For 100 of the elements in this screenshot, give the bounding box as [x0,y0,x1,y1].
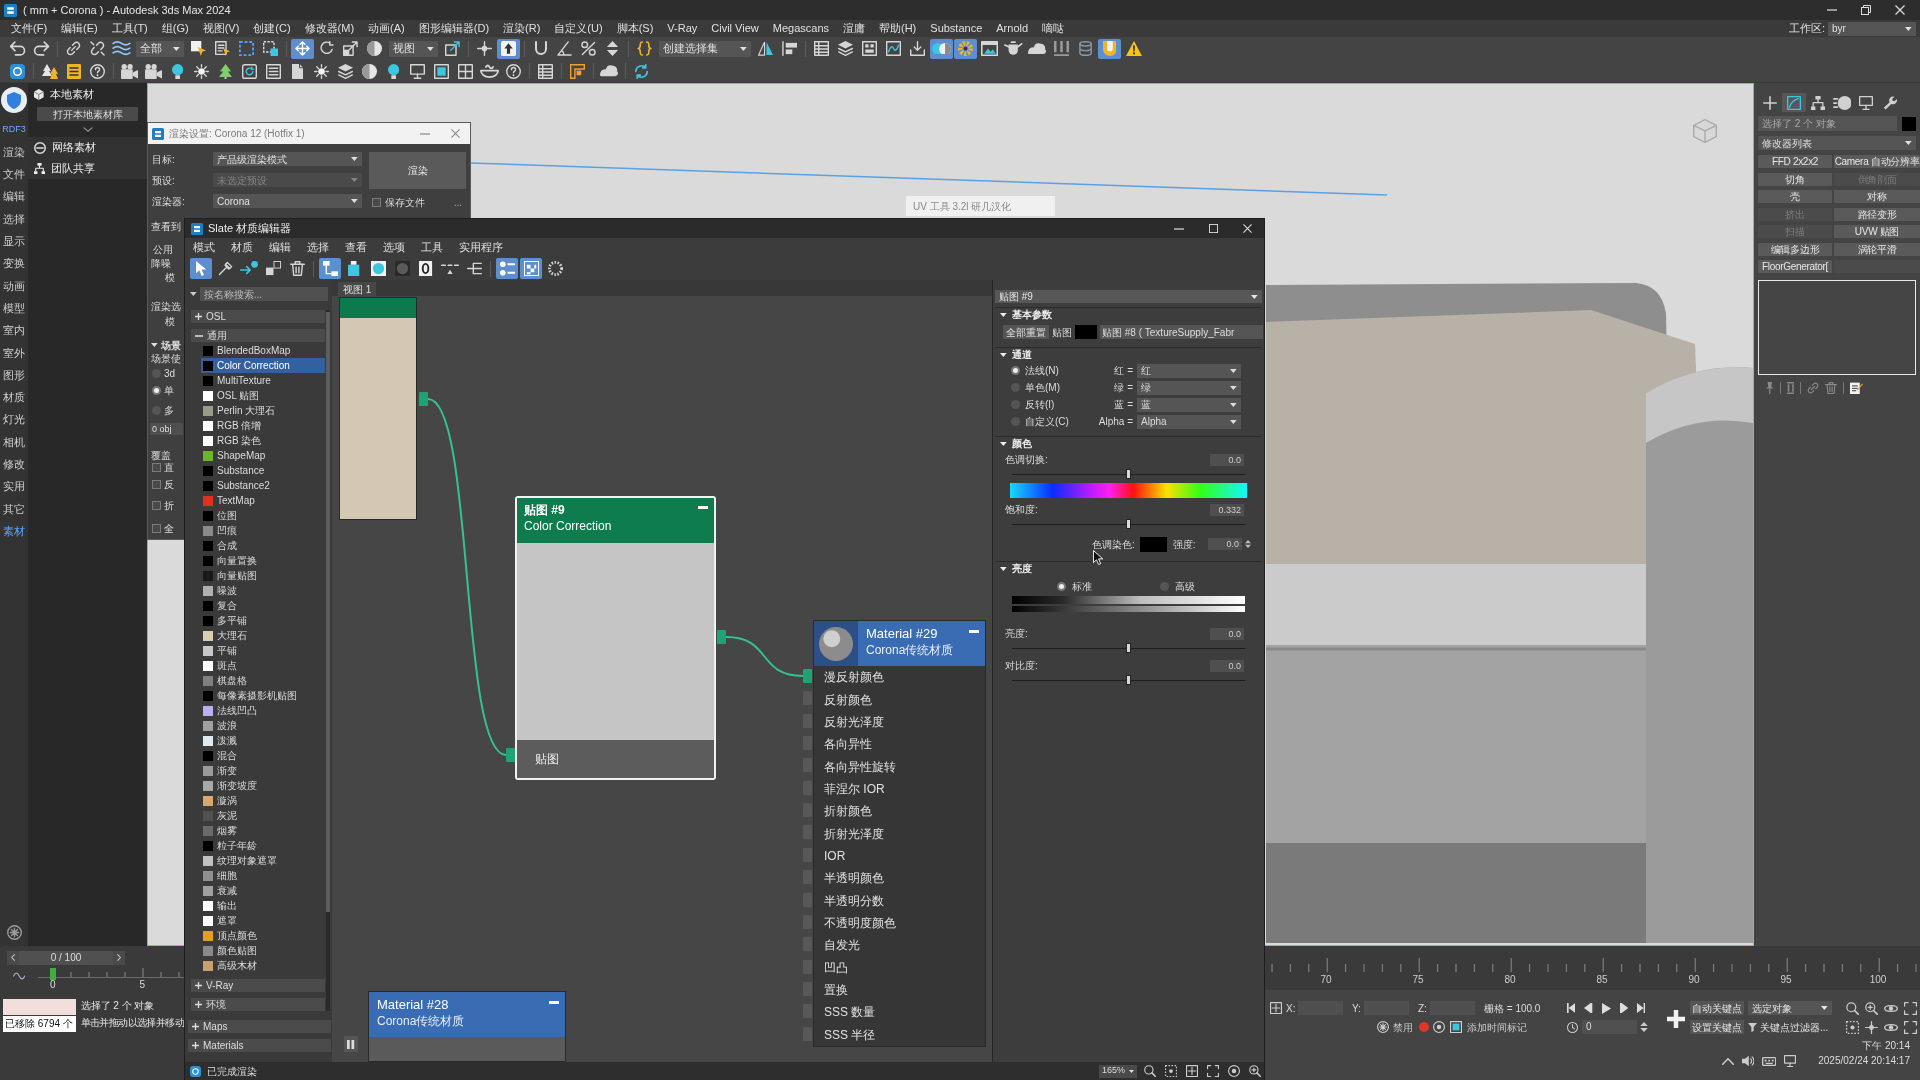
view-tab[interactable]: 视图 1 [338,282,377,296]
cup-button[interactable] [1098,38,1121,59]
menu-item[interactable]: 查看 [337,239,375,256]
input-port[interactable] [803,1004,812,1019]
map-list-item[interactable]: 遮罩 [201,913,325,928]
time-marker[interactable] [50,968,56,980]
side-tab[interactable]: 修改 [0,453,28,476]
map-list-item[interactable]: 渐变 [201,763,325,778]
rollout-header[interactable]: 颜色 [1000,436,1032,451]
clock-icon[interactable] [1567,1021,1578,1033]
map-list-item[interactable]: 平铺 [201,643,325,658]
rollout-header[interactable]: 场景 [148,337,181,353]
section-header[interactable]: 团队共享 [28,158,147,179]
input-port[interactable] [803,937,812,952]
asterisk-circle-icon[interactable] [6,925,22,940]
time-ruler[interactable] [38,968,184,978]
input-port[interactable] [803,959,812,974]
map-list-item[interactable]: 向量贴图 [201,568,325,583]
slider-track[interactable] [1012,643,1245,653]
value-field[interactable]: 0.0 [1210,453,1244,466]
add-time-tag-button[interactable]: 添加时间标记 [1467,1019,1527,1035]
modifier-list-dropdown[interactable]: 修改器列表 [1758,136,1916,150]
menu-item[interactable]: 组(G) [154,21,196,36]
flowchart-button[interactable] [319,258,341,279]
selection-filter-dropdown[interactable]: 全部 [136,40,184,57]
swatch-icon[interactable] [1902,116,1916,131]
crosshair-box-icon[interactable] [1270,1002,1282,1014]
radio-button[interactable] [1011,417,1020,426]
map-list-item[interactable]: RGB 染色 [201,433,325,448]
coordinate-system-dropdown[interactable]: 视图 [389,40,438,57]
channel-dropdown[interactable]: 红 [1137,363,1241,378]
radio-button[interactable] [1057,581,1066,591]
side-tab[interactable]: 图形 [0,363,28,387]
modifier-button[interactable]: 编辑多边形 [1758,242,1832,256]
play-icon[interactable] [1601,1002,1611,1014]
step-back-icon[interactable] [1584,1003,1593,1013]
script-input-field[interactable] [3,999,76,1015]
input-port[interactable] [506,748,515,762]
pin-icon[interactable] [1766,381,1774,394]
slider-track[interactable] [1012,469,1245,479]
open-library-button[interactable]: 打开本地素材库 [37,107,138,121]
map-list-item[interactable]: 斑点 [201,658,325,673]
map-list-item[interactable]: Color Correction [201,358,325,373]
input-port[interactable] [803,736,812,751]
link-icon[interactable] [1807,381,1819,394]
input-port[interactable] [803,1026,812,1041]
keyboard-icon[interactable] [1761,1056,1777,1066]
menu-item[interactable]: 修改器(M) [297,21,362,36]
side-tab[interactable]: 材质 [0,386,28,409]
magnifier-plus-icon[interactable] [1865,1001,1878,1015]
menu-item[interactable]: 渲庸 [836,21,872,36]
speaker-icon[interactable] [1741,1055,1754,1067]
map-list-item[interactable]: 多平铺 [201,613,325,628]
channel-dropdown[interactable]: Alpha [1137,414,1241,429]
frame-zoom-icon[interactable] [1846,1020,1859,1034]
orbit-icon[interactable] [1884,1004,1898,1012]
frame-icon[interactable] [1450,1021,1462,1033]
modifier-stack[interactable] [1758,280,1916,375]
magnifier-icon[interactable] [1846,1001,1859,1015]
map-list-item[interactable]: 向量置换 [201,553,325,568]
slider-thumb[interactable] [1126,519,1131,529]
input-port[interactable] [803,914,812,929]
value-field[interactable]: 0.0 [1210,659,1244,672]
modifier-button[interactable]: UVW 贴图 [1834,225,1920,238]
render-button[interactable]: 渲染 [369,152,466,189]
frame-zoom-icon[interactable] [1165,1065,1177,1077]
map-list-item[interactable]: Perlin 大理石 [201,403,325,418]
workspace-dropdown[interactable]: byr [1828,21,1916,36]
side-tab[interactable]: 选择 [0,207,28,231]
menu-item[interactable]: 材质 [223,239,261,256]
map-list-item[interactable]: 凹痕 [201,523,325,538]
map-list-item[interactable]: TextMap [201,493,325,508]
spinner-arrows-icon[interactable] [1639,1022,1649,1032]
arrow-up-button[interactable] [497,38,520,59]
expand-icon[interactable] [1904,1001,1917,1015]
step-forward-icon[interactable] [1619,1003,1629,1013]
slider-track[interactable] [1012,675,1245,685]
menu-item[interactable]: 帮助(H) [872,21,924,36]
map-name-dropdown[interactable]: 贴图 #9 [995,290,1262,303]
side-tab[interactable]: 室内 [0,319,28,342]
map-list-item[interactable]: 法线凹凸 [201,703,325,718]
map-list-item[interactable]: 顶点颜色 [201,928,325,943]
map-list-item[interactable]: 棋盘格 [201,673,325,688]
selection-set-dropdown[interactable]: 创建选择集 [659,40,751,57]
map-list-item[interactable]: 衰减 [201,883,325,898]
category-header[interactable]: 通用 [191,329,325,342]
reset-button[interactable]: 全部重置 [1003,325,1049,339]
map-list-item[interactable]: 波浪 [201,718,325,733]
map-list-item[interactable]: 渐变坡度 [201,778,325,793]
menu-item[interactable]: 编辑 [261,239,299,256]
menu-item[interactable]: Arnold [989,21,1036,36]
rollout-header[interactable]: 通道 [1000,347,1032,362]
skip-back-icon[interactable] [1567,1003,1576,1013]
settings-tab[interactable]: 公用 [148,241,173,257]
map-list-item[interactable]: 每像素摄影机贴图 [201,688,325,703]
section-header[interactable]: 网络素材 [28,137,147,158]
side-tab[interactable]: 其它 [0,497,28,521]
modifier-button[interactable]: 对称 [1834,190,1920,203]
frame-counter[interactable]: 0 / 100 [19,950,113,965]
input-port[interactable] [803,870,812,885]
